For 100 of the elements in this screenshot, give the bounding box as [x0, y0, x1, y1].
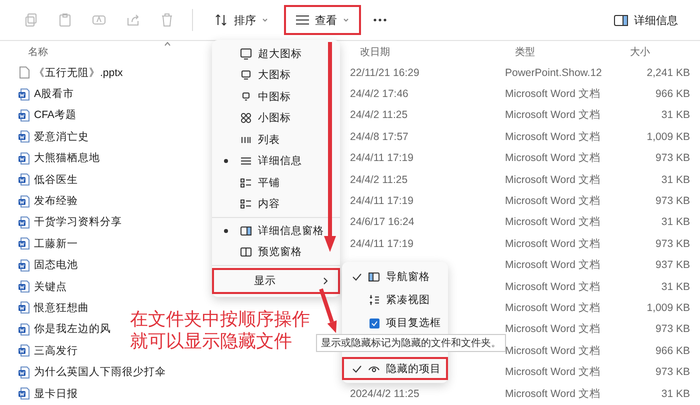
size-cell-text: 31 KB: [660, 174, 690, 186]
column-header[interactable]: 改日期: [350, 44, 390, 58]
menu-item[interactable]: 详细信息: [212, 150, 340, 172]
menu-item[interactable]: 紧凑视图: [342, 288, 448, 311]
menu-item[interactable]: 项目复选框: [342, 311, 448, 334]
caret-icon: [262, 17, 268, 23]
file-name[interactable]: CFA考题: [34, 108, 76, 122]
file-name[interactable]: 关键点: [34, 280, 67, 294]
type-cell-text: Microsoft Word 文档: [505, 344, 602, 358]
copy-icon: [24, 13, 38, 27]
lines-icon: [296, 15, 309, 25]
file-name[interactable]: 为什么英国人下雨很少打伞: [34, 365, 166, 380]
file-name[interactable]: 大熊猫栖息地: [34, 151, 100, 166]
type-cell-text: Microsoft Word 文档: [505, 365, 602, 380]
more-icon: [373, 18, 387, 22]
type-cell-text: Microsoft Word 文档: [505, 322, 602, 336]
date-cell-text: 24/4/8 17:57: [350, 130, 410, 143]
annotation-arrow: [316, 288, 338, 334]
clipboard-icon: [58, 13, 72, 27]
type-cell-text: Microsoft Word 文档: [505, 300, 602, 315]
monitor-icon: [240, 48, 252, 60]
sort-button[interactable]: 排序: [203, 5, 280, 35]
show-menu-item[interactable]: 显示: [212, 268, 340, 294]
size-cell-text: 973 KB: [654, 323, 690, 336]
menu-item[interactable]: 中图标: [212, 86, 340, 108]
tooltip: 显示或隐藏标记为隐藏的文件和文件夹。: [316, 334, 506, 352]
type-cell-text: Microsoft Word 文档: [505, 194, 602, 208]
view-button[interactable]: 查看: [284, 5, 361, 35]
menu-item[interactable]: 详细信息窗格: [212, 220, 340, 242]
file-name[interactable]: 恨意狂想曲: [34, 300, 89, 315]
menu-item[interactable]: 小图标: [212, 108, 340, 129]
date-cell-text: 2024/4/2 11:25: [350, 388, 420, 400]
date-cell-text: 24/4/2 11:25: [350, 109, 409, 122]
file-icon: [18, 66, 30, 80]
word-file-icon: [18, 152, 30, 165]
details-pane-button[interactable]: 详细信息: [602, 5, 690, 35]
file-name[interactable]: 干货学习资料分享: [34, 215, 122, 230]
size-cell-text: 966 KB: [654, 344, 690, 357]
word-file-icon: [18, 130, 30, 144]
file-name[interactable]: 固态电池: [34, 258, 78, 272]
date-cell-text: 24/6/17 16:24: [350, 216, 416, 228]
date-cell-text: 22/11/21 16:29: [350, 66, 420, 79]
size-cell-text: 973 KB: [654, 366, 690, 378]
word-file-icon: [18, 237, 30, 250]
menu-item[interactable]: 导航窗格: [342, 265, 448, 288]
word-file-icon: [18, 280, 30, 294]
type-cell-text: Microsoft Word 文档: [505, 258, 602, 272]
word-file-icon: [18, 344, 30, 358]
column-header[interactable]: 名称: [18, 44, 48, 58]
date-cell-text: 24/4/11 17:19: [350, 152, 414, 164]
word-file-icon: [18, 173, 30, 186]
column-header[interactable]: 大小: [620, 44, 650, 58]
size-cell-text: 1,009 KB: [646, 130, 690, 143]
grid-icon: [240, 112, 252, 124]
menu-item[interactable]: 预览窗格: [212, 242, 340, 263]
size-cell-text: 937 KB: [654, 259, 690, 272]
word-file-icon: [18, 258, 30, 272]
pane-icon: [614, 14, 628, 26]
trash-icon: [160, 13, 174, 27]
word-file-icon: [18, 366, 30, 379]
size-cell-text: 31 KB: [660, 216, 690, 228]
pane-icon: [368, 270, 380, 282]
lines-icon: [240, 155, 252, 168]
file-name[interactable]: 三高发行: [34, 344, 78, 358]
rename-icon: [92, 13, 106, 27]
file-name[interactable]: 显卡日报: [34, 386, 78, 401]
type-cell-text: PowerPoint.Show.12: [505, 66, 603, 79]
menu-item[interactable]: 平铺: [212, 172, 340, 194]
file-name[interactable]: 你是我左边的风: [34, 322, 111, 336]
size-cell-text: 973 KB: [654, 195, 690, 208]
file-name[interactable]: A股看市: [34, 87, 74, 102]
date-cell-text: 24/4/11 17:19: [350, 238, 414, 250]
sort-icon: [215, 14, 228, 26]
file-name[interactable]: 低谷医生: [34, 172, 78, 187]
file-name[interactable]: 《五行无阻》.pptx: [34, 66, 123, 80]
date-cell-text: 24/4/2 11:25: [350, 174, 409, 186]
monitor-icon: [240, 69, 252, 82]
menu-item[interactable]: 内容: [212, 194, 340, 215]
size-cell-text: 1,009 KB: [646, 302, 690, 314]
file-name[interactable]: 爱意消亡史: [34, 130, 89, 144]
share-icon: [126, 13, 140, 27]
type-cell-text: Microsoft Word 文档: [505, 108, 602, 122]
date-cell-text: 24/4/2 17:46: [350, 88, 410, 100]
date-cell-text: 24/4/11 17:19: [350, 195, 414, 208]
file-name[interactable]: 发布经验: [34, 194, 78, 208]
type-cell-text: Microsoft Word 文档: [505, 215, 602, 230]
size-cell-text: 973 KB: [654, 238, 690, 250]
menu-item[interactable]: 隐藏的项目: [342, 357, 448, 380]
size-cell-text: 31 KB: [660, 280, 690, 293]
size-cell-text: 31 KB: [660, 388, 690, 400]
menu-item[interactable]: 列表: [212, 129, 340, 150]
menu-item[interactable]: 超大图标: [212, 43, 340, 64]
annotation-text: 就可以显示隐藏文件: [130, 330, 292, 352]
word-file-icon: [18, 216, 30, 229]
caret-icon: [343, 17, 349, 23]
file-name[interactable]: 工藤新一: [34, 236, 78, 251]
column-header[interactable]: 类型: [505, 44, 535, 58]
menu-item[interactable]: 大图标: [212, 64, 340, 86]
type-cell-text: Microsoft Word 文档: [505, 280, 602, 294]
monitor-icon: [240, 90, 252, 103]
